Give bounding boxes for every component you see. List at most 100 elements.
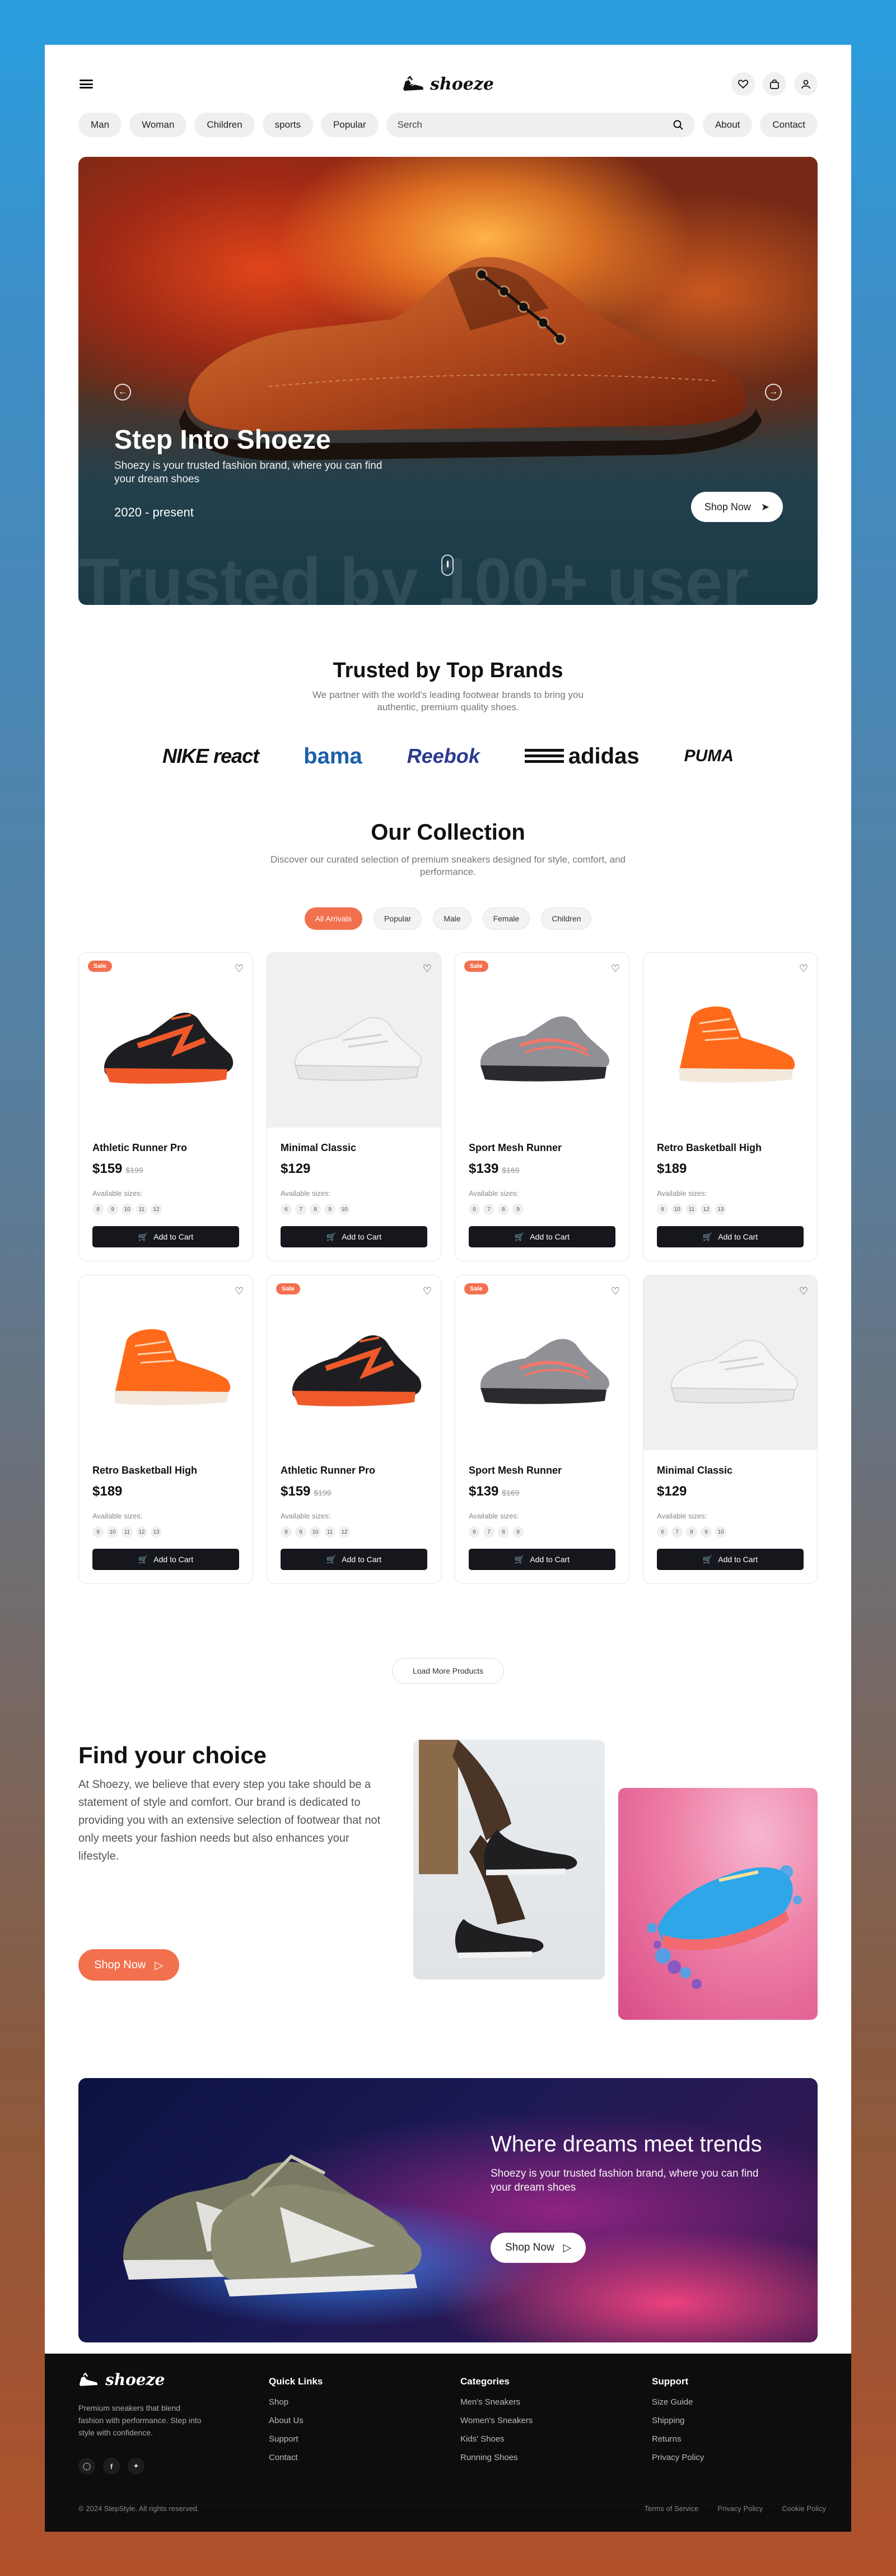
product-card[interactable]: Sale ♡ Sport Mesh Runner $139 $169 Avail…	[455, 952, 629, 1261]
product-name[interactable]: Athletic Runner Pro	[92, 1142, 187, 1154]
product-name[interactable]: Minimal Classic	[281, 1142, 356, 1154]
product-image[interactable]	[455, 1275, 629, 1450]
wishlist-heart-icon[interactable]: ♡	[235, 1285, 244, 1297]
add-to-cart-button[interactable]: 🛒 Add to Cart	[469, 1226, 615, 1247]
size-option[interactable]: 6	[469, 1526, 480, 1538]
size-option[interactable]: 11	[122, 1526, 133, 1538]
product-image[interactable]	[643, 953, 817, 1128]
wishlist-heart-icon[interactable]: ♡	[611, 1285, 620, 1297]
footer-link-shop[interactable]: Shop	[269, 2397, 323, 2407]
wishlist-heart-icon[interactable]: ♡	[235, 963, 244, 975]
product-image[interactable]	[79, 953, 253, 1128]
user-icon[interactable]	[794, 72, 818, 96]
heart-icon[interactable]	[731, 72, 755, 96]
product-name[interactable]: Retro Basketball High	[92, 1465, 197, 1476]
nav-children[interactable]: Children	[194, 113, 255, 137]
footer-link-about[interactable]: About Us	[269, 2416, 323, 2425]
product-card[interactable]: ♡ Retro Basketball High $189 Available s…	[643, 952, 818, 1261]
add-to-cart-button[interactable]: 🛒 Add to Cart	[281, 1549, 427, 1570]
product-name[interactable]: Sport Mesh Runner	[469, 1465, 562, 1476]
size-option[interactable]: 8	[498, 1526, 509, 1538]
product-image[interactable]	[455, 953, 629, 1128]
size-option[interactable]: 6	[657, 1526, 668, 1538]
size-option[interactable]: 7	[483, 1204, 494, 1215]
filter-male[interactable]: Male	[433, 907, 472, 930]
footer-link-running[interactable]: Running Shoes	[460, 2453, 533, 2462]
product-name[interactable]: Athletic Runner Pro	[281, 1465, 375, 1476]
nav-popular[interactable]: Popular	[320, 113, 379, 137]
size-option[interactable]: 10	[107, 1526, 118, 1538]
size-option[interactable]: 11	[136, 1204, 147, 1215]
size-option[interactable]: 13	[715, 1204, 726, 1215]
size-option[interactable]: 6	[469, 1204, 480, 1215]
hero-shop-now-button[interactable]: Shop Now ➤	[690, 492, 783, 522]
footer-link-privacy-policy[interactable]: Privacy Policy	[717, 2504, 763, 2513]
product-image[interactable]	[267, 1275, 441, 1450]
product-image[interactable]	[643, 1275, 817, 1450]
nav-woman[interactable]: Woman	[129, 113, 187, 137]
search-icon[interactable]	[673, 119, 684, 131]
add-to-cart-button[interactable]: 🛒 Add to Cart	[657, 1226, 804, 1247]
wishlist-heart-icon[interactable]: ♡	[423, 1285, 432, 1297]
twitter-icon[interactable]: ✦	[128, 2458, 144, 2475]
product-card[interactable]: Sale ♡ Athletic Runner Pro $159 $199 Ava…	[78, 952, 253, 1261]
footer-link-mens[interactable]: Men's Sneakers	[460, 2397, 533, 2407]
size-option[interactable]: 12	[136, 1526, 147, 1538]
footer-link-contact[interactable]: Contact	[269, 2453, 323, 2462]
size-option[interactable]: 8	[92, 1204, 104, 1215]
add-to-cart-button[interactable]: 🛒 Add to Cart	[281, 1226, 427, 1247]
facebook-icon[interactable]: f	[103, 2458, 120, 2475]
footer-link-womens[interactable]: Women's Sneakers	[460, 2416, 533, 2425]
size-option[interactable]: 7	[671, 1526, 683, 1538]
search-input[interactable]: Serch	[386, 113, 695, 137]
logo[interactable]: shoeze	[402, 74, 494, 94]
size-option[interactable]: 9	[512, 1204, 524, 1215]
filter-popular[interactable]: Popular	[373, 907, 422, 930]
size-option[interactable]: 12	[339, 1526, 350, 1538]
add-to-cart-button[interactable]: 🛒 Add to Cart	[469, 1549, 615, 1570]
product-image[interactable]	[267, 953, 441, 1128]
footer-link-size-guide[interactable]: Size Guide	[652, 2397, 704, 2407]
footer-link-support[interactable]: Support	[269, 2434, 323, 2444]
add-to-cart-button[interactable]: 🛒 Add to Cart	[92, 1226, 239, 1247]
size-option[interactable]: 9	[92, 1526, 104, 1538]
size-option[interactable]: 7	[483, 1526, 494, 1538]
size-option[interactable]: 6	[281, 1204, 292, 1215]
wishlist-heart-icon[interactable]: ♡	[799, 1285, 808, 1297]
nav-contact[interactable]: Contact	[760, 113, 818, 137]
size-option[interactable]: 13	[151, 1526, 162, 1538]
add-to-cart-button[interactable]: 🛒 Add to Cart	[657, 1549, 804, 1570]
filter-all-arrivals[interactable]: All Arrivals	[304, 907, 362, 930]
size-option[interactable]: 10	[339, 1204, 350, 1215]
size-option[interactable]: 8	[686, 1526, 697, 1538]
wishlist-heart-icon[interactable]: ♡	[799, 963, 808, 975]
banner-shop-now-button[interactable]: Shop Now ▷	[491, 2233, 586, 2263]
size-option[interactable]: 9	[295, 1526, 306, 1538]
product-name[interactable]: Sport Mesh Runner	[469, 1142, 562, 1154]
product-image[interactable]	[79, 1275, 253, 1450]
product-name[interactable]: Minimal Classic	[657, 1465, 732, 1476]
size-option[interactable]: 8	[310, 1204, 321, 1215]
nav-man[interactable]: Man	[78, 113, 122, 137]
nav-about[interactable]: About	[702, 113, 753, 137]
size-option[interactable]: 10	[715, 1526, 726, 1538]
footer-link-returns[interactable]: Returns	[652, 2434, 704, 2444]
menu-icon[interactable]	[78, 78, 94, 90]
size-option[interactable]: 12	[151, 1204, 162, 1215]
size-option[interactable]: 9	[512, 1526, 524, 1538]
size-option[interactable]: 9	[701, 1526, 712, 1538]
hero-prev-arrow[interactable]: ←	[114, 384, 131, 400]
size-option[interactable]: 9	[107, 1204, 118, 1215]
size-option[interactable]: 9	[657, 1204, 668, 1215]
footer-link-kids[interactable]: Kids' Shoes	[460, 2434, 533, 2444]
product-card[interactable]: ♡ Retro Basketball High $189 Available s…	[78, 1275, 253, 1584]
size-option[interactable]: 9	[324, 1204, 335, 1215]
bag-icon[interactable]	[763, 72, 786, 96]
product-card[interactable]: Sale ♡ Sport Mesh Runner $139 $169 Avail…	[455, 1275, 629, 1584]
size-option[interactable]: 11	[324, 1526, 335, 1538]
instagram-icon[interactable]: ◯	[78, 2458, 95, 2475]
filter-female[interactable]: Female	[482, 907, 530, 930]
size-option[interactable]: 8	[281, 1526, 292, 1538]
product-card[interactable]: ♡ Minimal Classic $129 Available sizes: …	[267, 952, 441, 1261]
choice-shop-now-button[interactable]: Shop Now ▷	[78, 1949, 179, 1981]
